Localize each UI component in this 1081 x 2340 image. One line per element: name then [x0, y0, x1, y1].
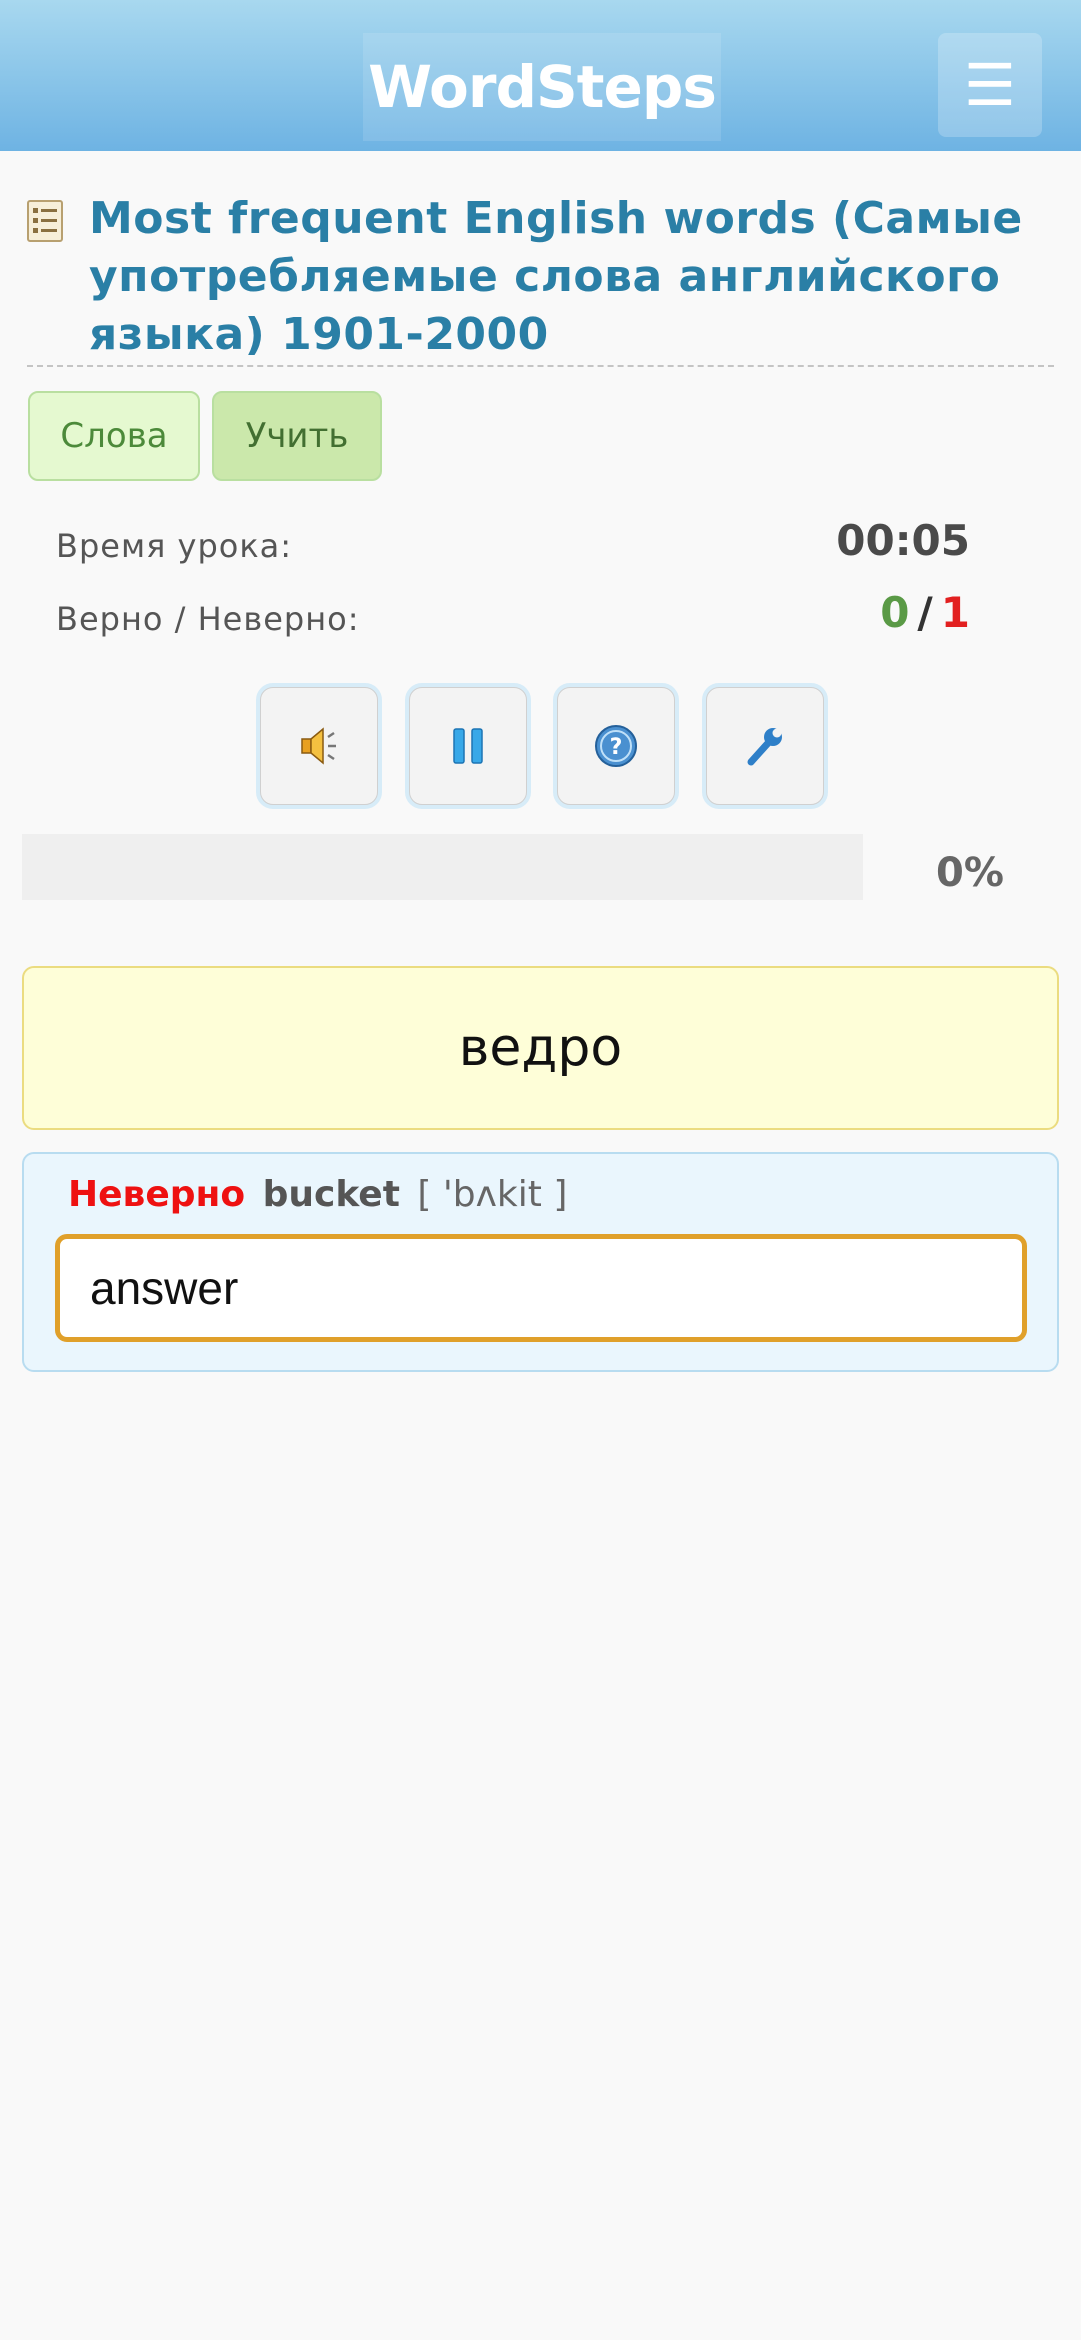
- settings-button[interactable]: [702, 683, 828, 809]
- svg-text:?: ?: [610, 735, 623, 760]
- word-list-icon: [27, 200, 63, 242]
- answer-panel: Неверно bucket [ 'bʌkit ]: [22, 1152, 1059, 1372]
- help-button[interactable]: ?: [553, 683, 679, 809]
- progress-percent: 0%: [936, 850, 1004, 896]
- pause-icon: [453, 728, 483, 764]
- speaker-icon: [301, 727, 336, 765]
- wrong-status: Неверно: [68, 1174, 246, 1215]
- lesson-time-value: 00:05: [836, 516, 970, 565]
- answer-input[interactable]: [55, 1234, 1027, 1342]
- progress-bar: [22, 834, 863, 900]
- wrong-count: 1: [940, 588, 970, 637]
- score-label: Верно / Неверно:: [56, 600, 360, 638]
- transcription: [ 'bʌkit ]: [417, 1174, 568, 1215]
- correct-word: bucket: [262, 1174, 400, 1215]
- title-divider: [27, 365, 1054, 367]
- wrench-icon: [747, 728, 782, 766]
- pause-button[interactable]: [405, 683, 531, 809]
- tab-words[interactable]: Слова: [28, 391, 200, 481]
- answer-feedback: Неверно bucket [ 'bʌkit ]: [68, 1174, 567, 1215]
- tab-learn[interactable]: Учить: [212, 391, 382, 481]
- word-card: ведро: [22, 966, 1059, 1130]
- hamburger-menu-icon[interactable]: ☰: [938, 33, 1042, 137]
- correct-count: 0: [880, 588, 910, 637]
- page-title: Most frequent English words (Самые употр…: [89, 193, 1023, 360]
- sound-button[interactable]: [256, 683, 382, 809]
- wordsteps-logo[interactable]: WordSteps: [363, 33, 721, 141]
- app-header: WordSteps ☰: [0, 0, 1081, 151]
- score-value: 0/1: [800, 588, 970, 637]
- help-icon: ?: [595, 725, 637, 767]
- lesson-time-label: Время урока:: [56, 527, 293, 565]
- score-separator: /: [917, 588, 933, 637]
